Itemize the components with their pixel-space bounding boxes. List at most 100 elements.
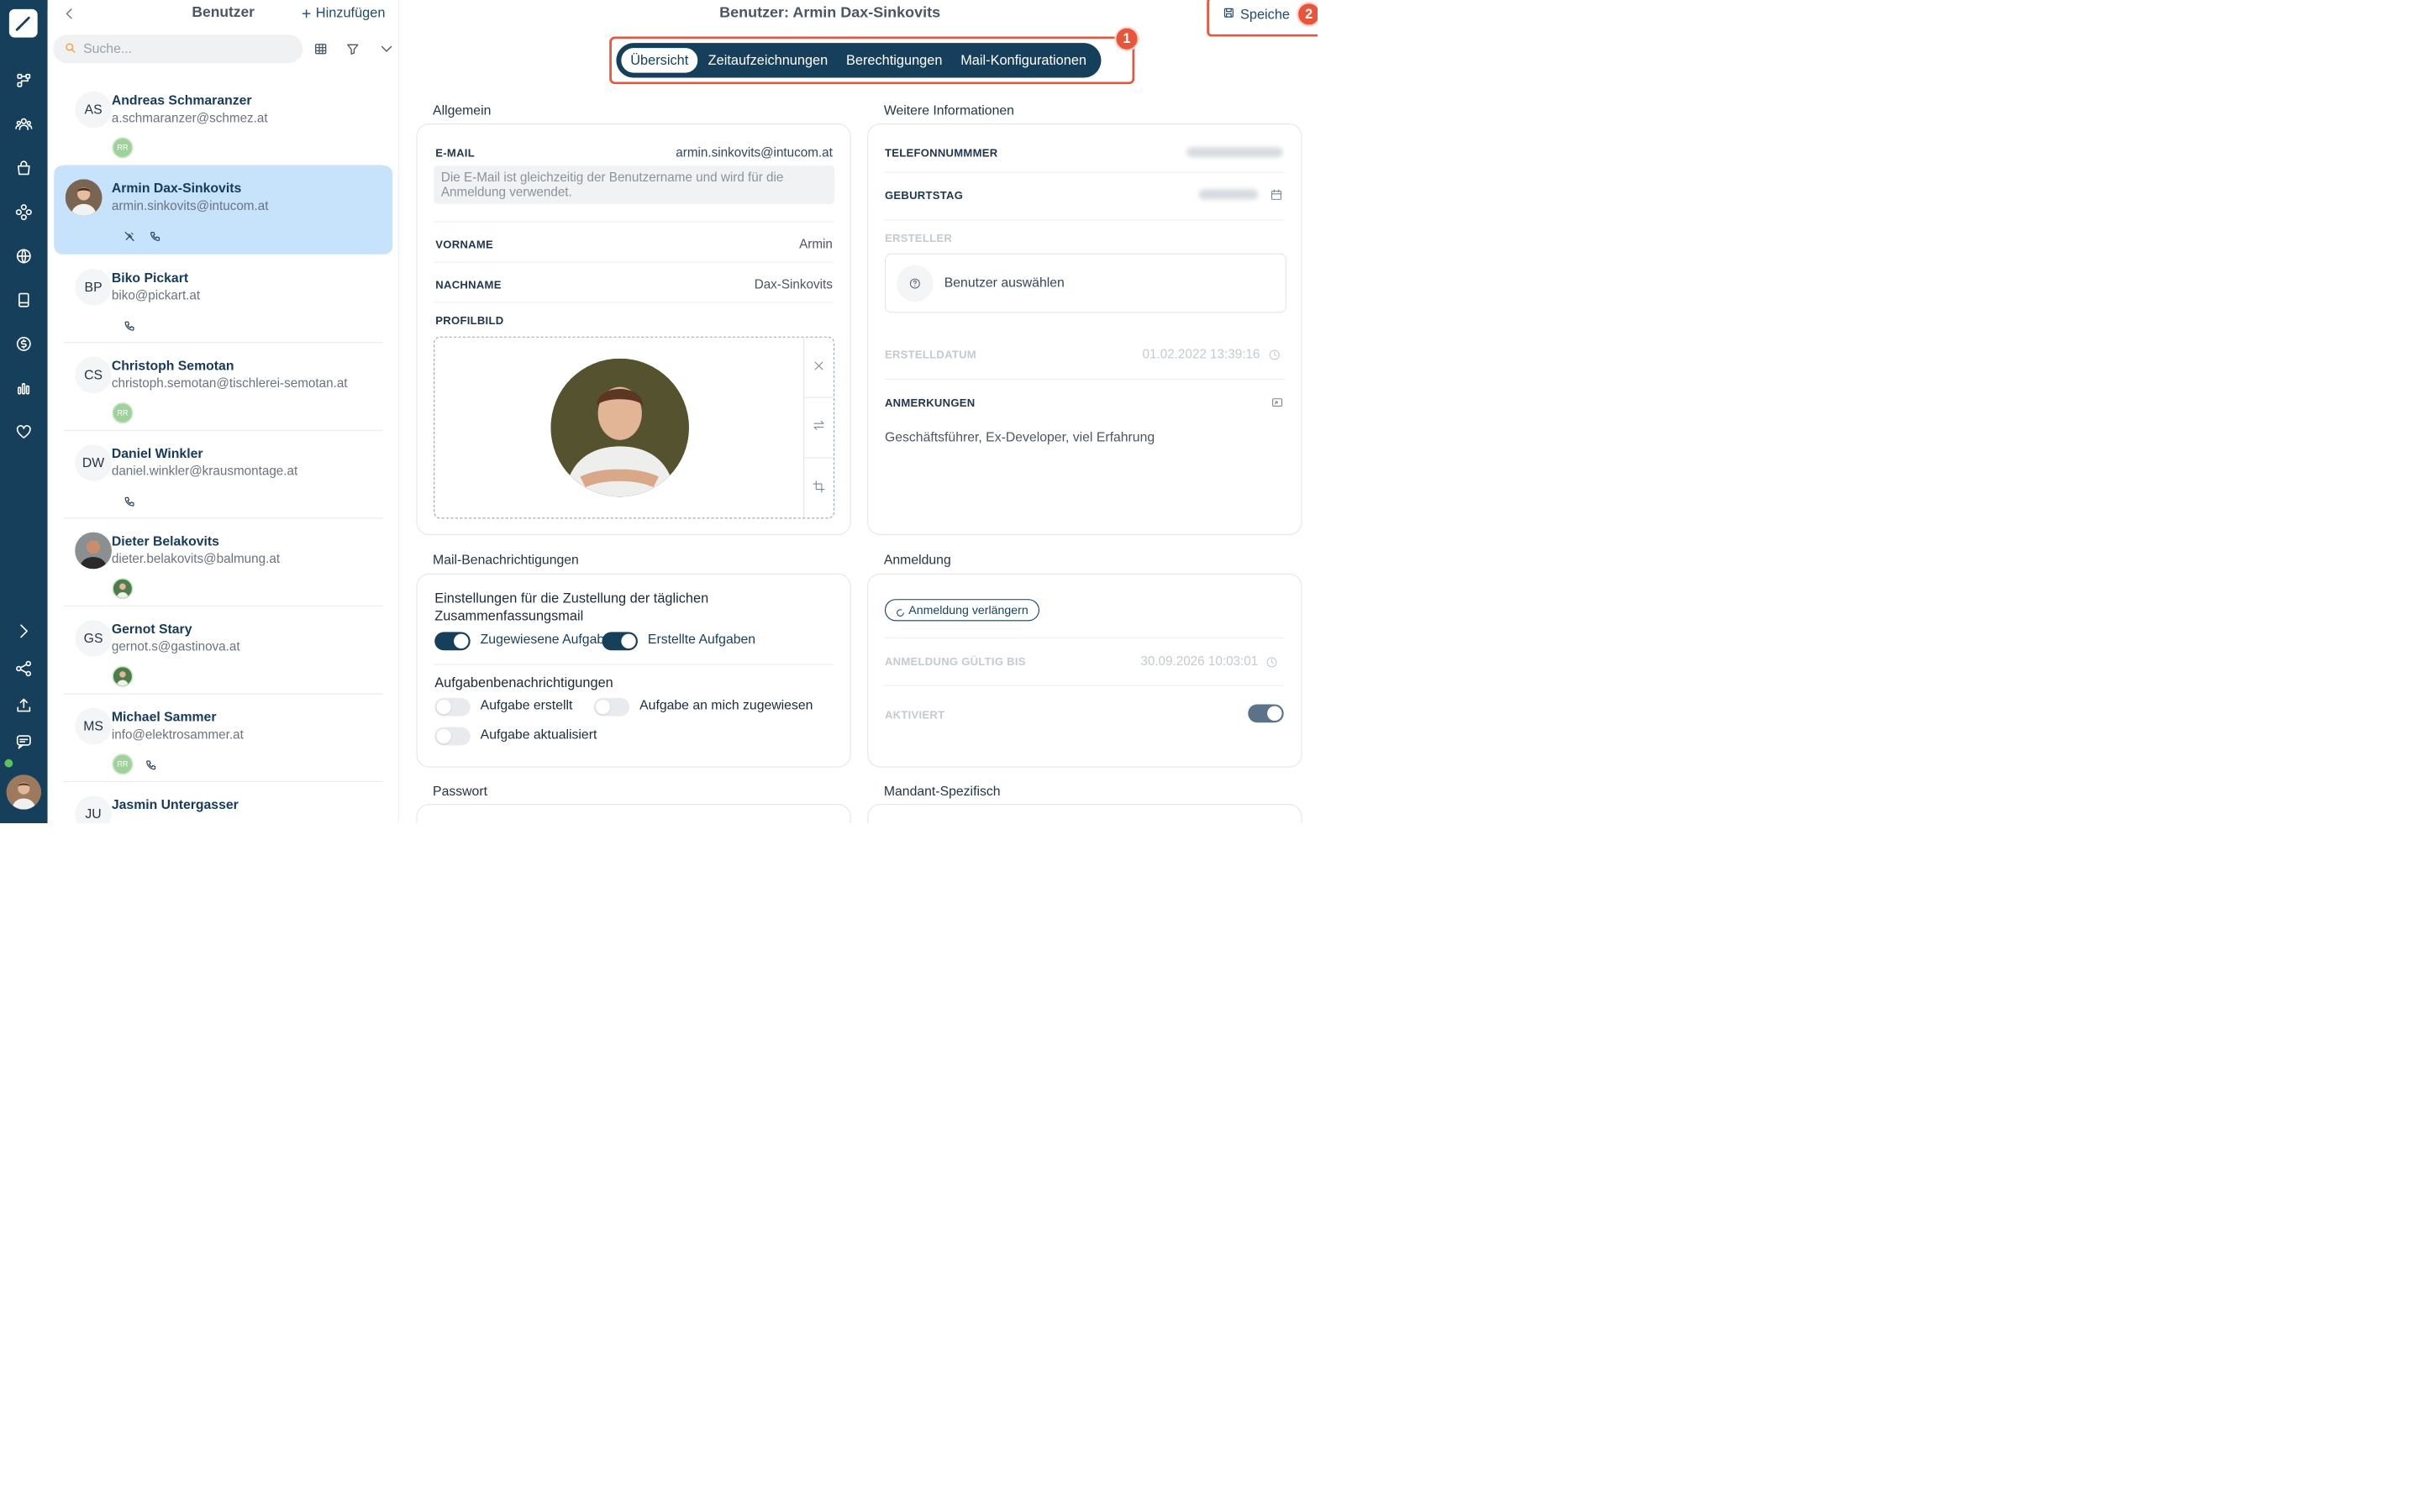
activated-toggle[interactable] xyxy=(1248,704,1284,723)
add-user-label: Hinzufügen xyxy=(315,5,386,21)
phone-icon xyxy=(123,319,136,333)
birthday-value-blurred[interactable] xyxy=(1198,189,1259,200)
divider xyxy=(434,261,834,263)
user-list-item[interactable]: AS Andreas Schmaranzer a.schmaranzer@sch… xyxy=(63,78,383,166)
user-avatar: BP xyxy=(75,269,112,306)
globe-icon[interactable] xyxy=(10,243,38,270)
tool-crossed-icon xyxy=(123,229,136,243)
user-email: biko@pickart.at xyxy=(111,287,201,302)
heart-icon[interactable] xyxy=(10,418,38,446)
chart-icon[interactable] xyxy=(10,374,38,402)
tab-permissions[interactable]: Berechtigungen xyxy=(837,47,951,75)
general-card: E-MAIL armin.sinkovits@intucom.at Die E-… xyxy=(416,123,851,535)
clock-icon xyxy=(1265,656,1278,671)
user-list-item[interactable]: CS Christoph Semotan christoph.semotan@t… xyxy=(63,343,383,431)
user-list-item[interactable]: DW Daniel Winkler daniel.winkler@krausmo… xyxy=(63,431,383,519)
user-list-item[interactable]: BP Biko Pickart biko@pickart.at xyxy=(63,255,383,344)
user-list-item[interactable]: Dieter Belakovits dieter.belakovits@balm… xyxy=(63,518,383,606)
expand-chevron-icon[interactable] xyxy=(10,617,38,645)
user-avatar: JU xyxy=(75,795,112,823)
upload-icon[interactable] xyxy=(10,691,38,719)
task-assigned-toggle[interactable] xyxy=(593,697,630,717)
user-name: Daniel Winkler xyxy=(111,446,203,461)
user-list-item[interactable]: MS Michael Sammer info@elektrosammer.at … xyxy=(63,694,383,782)
filter-icon[interactable] xyxy=(345,41,361,57)
assignee-badge: RR xyxy=(112,137,134,159)
email-hint: Die E-Mail ist gleichzeitig der Benutzer… xyxy=(434,165,835,204)
phone-icon xyxy=(123,495,136,508)
plus-icon: + xyxy=(301,3,312,23)
user-name: Biko Pickart xyxy=(111,270,189,286)
dollar-icon[interactable] xyxy=(10,330,38,358)
phone-value-blurred[interactable] xyxy=(1186,147,1283,158)
user-list-item-selected[interactable]: Armin Dax-Sinkovits armin.sinkovits@intu… xyxy=(54,165,393,255)
phone-icon xyxy=(144,759,157,772)
section-title-login: Anmeldung xyxy=(883,552,951,568)
annotation-marker-2: 2 xyxy=(1296,2,1318,27)
user-name: Dieter Belakovits xyxy=(111,533,219,549)
profile-image-label: PROFILBILD xyxy=(435,314,504,328)
email-value[interactable]: armin.sinkovits@intucom.at xyxy=(676,145,833,160)
clock-icon xyxy=(1268,349,1281,364)
notes-value[interactable]: Geschäftsführer, Ex-Developer, viel Erfa… xyxy=(885,430,1155,445)
divider xyxy=(884,171,1285,173)
tab-time-tracking[interactable]: Zeitaufzeichnungen xyxy=(699,47,837,75)
chat-icon[interactable] xyxy=(10,728,38,756)
workflow-icon[interactable] xyxy=(10,66,38,94)
modules-icon[interactable] xyxy=(10,198,38,226)
calendar-icon[interactable] xyxy=(1270,188,1282,203)
birthday-label: GEBURTSTAG xyxy=(884,189,964,202)
swap-icon[interactable] xyxy=(812,418,826,435)
lastname-value[interactable]: Dax-Sinkovits xyxy=(755,277,833,291)
user-avatar: MS xyxy=(75,707,112,745)
assigned-tasks-label: Zugewiesene Aufgaben xyxy=(480,632,619,647)
creator-select-placeholder: Benutzer auswählen xyxy=(944,275,1065,291)
expand-editor-icon[interactable] xyxy=(1270,396,1283,411)
user-list-item[interactable]: GS Gernot Stary gernot.s@gastinova.at xyxy=(63,606,383,695)
user-avatar xyxy=(75,532,112,570)
user-name: Christoph Semotan xyxy=(111,358,234,374)
user-list-item[interactable]: JU Jasmin Untergasser xyxy=(64,782,383,823)
document-icon[interactable] xyxy=(10,286,38,314)
divider xyxy=(884,685,1285,686)
assigned-tasks-toggle[interactable] xyxy=(434,632,471,651)
phone-label: TELEFONNUMMMER xyxy=(884,147,998,160)
divider xyxy=(434,664,834,665)
table-view-icon[interactable] xyxy=(313,41,329,57)
tab-overview[interactable]: Übersicht xyxy=(619,46,699,75)
current-user-avatar[interactable] xyxy=(6,774,41,810)
section-title-tenant: Mandant-Spezifisch xyxy=(883,784,1001,799)
save-button[interactable]: Speiche xyxy=(1223,7,1290,23)
notes-label: ANMERKUNGEN xyxy=(884,396,976,410)
login-valid-value: 30.09.2026 10:03:01 xyxy=(1140,654,1259,669)
assignee-avatar-badge xyxy=(112,665,134,687)
user-avatar: AS xyxy=(75,91,112,129)
users-icon[interactable] xyxy=(10,111,38,139)
chevron-down-icon[interactable] xyxy=(379,41,395,57)
task-created-toggle[interactable] xyxy=(434,697,471,717)
creator-select[interactable]: Benutzer auswählen xyxy=(884,253,1286,313)
task-updated-toggle[interactable] xyxy=(434,727,471,746)
creator-label: ERSTELLER xyxy=(884,232,953,245)
login-card: Anmeldung verlängern ANMELDUNG GÜLTIG BI… xyxy=(867,573,1302,768)
shopping-bag-icon[interactable] xyxy=(10,155,38,182)
profile-image-dropzone[interactable] xyxy=(434,336,835,519)
close-icon[interactable] xyxy=(812,359,826,375)
profile-image-actions xyxy=(803,337,834,518)
share-icon[interactable] xyxy=(10,655,38,683)
crop-icon[interactable] xyxy=(812,480,826,496)
search-input[interactable] xyxy=(83,41,276,57)
created-tasks-toggle[interactable] xyxy=(602,632,638,651)
more-info-card: TELEFONNUMMMER GEBURTSTAG ERSTELLER Benu… xyxy=(867,123,1302,535)
search-box[interactable] xyxy=(53,34,303,64)
add-user-button[interactable]: + Hinzufügen xyxy=(301,3,386,23)
app-logo[interactable] xyxy=(8,8,38,38)
user-list-pane: Benutzer +Hinzufügen AS Andreas Schmaran… xyxy=(47,0,399,823)
firstname-value[interactable]: Armin xyxy=(799,237,833,251)
divider xyxy=(884,219,1285,221)
user-avatar: DW xyxy=(75,444,112,481)
tab-mail-config[interactable]: Mail-Konfigurationen xyxy=(951,47,1096,75)
extend-login-button[interactable]: Anmeldung verlängern xyxy=(884,599,1039,622)
help-circle-icon xyxy=(897,265,934,302)
page-title: Benutzer: Armin Dax-Sinkovits xyxy=(719,3,941,21)
